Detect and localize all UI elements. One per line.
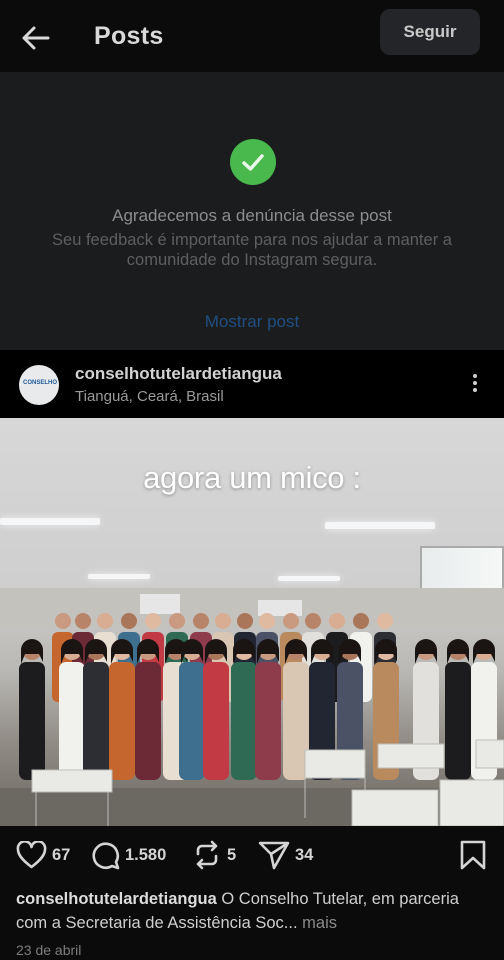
follow-button[interactable]: Seguir: [380, 9, 480, 55]
report-description: Seu feedback é importante para nos ajuda…: [52, 231, 452, 269]
post-image[interactable]: agora um mico :: [0, 418, 504, 826]
caption-username[interactable]: conselhotutelardetiangua: [16, 890, 217, 908]
comment-icon: [92, 842, 120, 870]
send-icon: [258, 841, 290, 870]
post-date: 23 de abril: [16, 942, 82, 958]
author-username[interactable]: conselhotutelardetiangua: [75, 364, 282, 384]
post-author-row: CONSELHO conselhotutelardetiangua Tiangu…: [0, 350, 504, 418]
heart-icon: [16, 841, 47, 869]
repost-icon: [196, 840, 218, 870]
arrow-left-icon: [22, 26, 50, 50]
more-vertical-icon: [466, 374, 484, 392]
save-button[interactable]: [459, 840, 487, 870]
post-actions: 67 1.580 5 34: [0, 826, 504, 884]
post-caption[interactable]: conselhotutelardetiangua O Conselho Tute…: [16, 887, 486, 935]
avatar-logo: CONSELHO: [23, 380, 58, 386]
check-icon: [242, 154, 264, 171]
report-title: Agradecemos a denúncia desse post: [112, 206, 392, 225]
like-button[interactable]: 67: [16, 840, 70, 870]
bookmark-icon: [460, 840, 486, 870]
comment-count: 1.580: [125, 845, 167, 864]
photo-overlay-text: agora um mico :: [143, 460, 361, 495]
avatar[interactable]: CONSELHO: [19, 365, 59, 405]
comment-button[interactable]: 1.580: [90, 840, 166, 870]
page-title: Posts: [94, 22, 164, 50]
report-confirmation-panel: Agradecemos a denúncia desse post Seu fe…: [0, 72, 504, 350]
more-options-button[interactable]: [466, 372, 484, 398]
like-count: 67: [52, 845, 71, 864]
share-button[interactable]: 34: [258, 840, 313, 870]
repost-count: 5: [227, 845, 237, 864]
back-button[interactable]: [18, 22, 54, 54]
caption-more-link[interactable]: mais: [302, 914, 337, 932]
share-count: 34: [295, 845, 314, 864]
success-badge: [230, 139, 276, 185]
post-location[interactable]: Tianguá, Ceará, Brasil: [75, 388, 224, 405]
show-post-link[interactable]: Mostrar post: [0, 312, 504, 332]
top-bar: Posts Seguir: [0, 0, 504, 72]
caption-area: conselhotutelardetiangua O Conselho Tute…: [0, 884, 504, 960]
repost-button[interactable]: 5: [192, 840, 236, 870]
